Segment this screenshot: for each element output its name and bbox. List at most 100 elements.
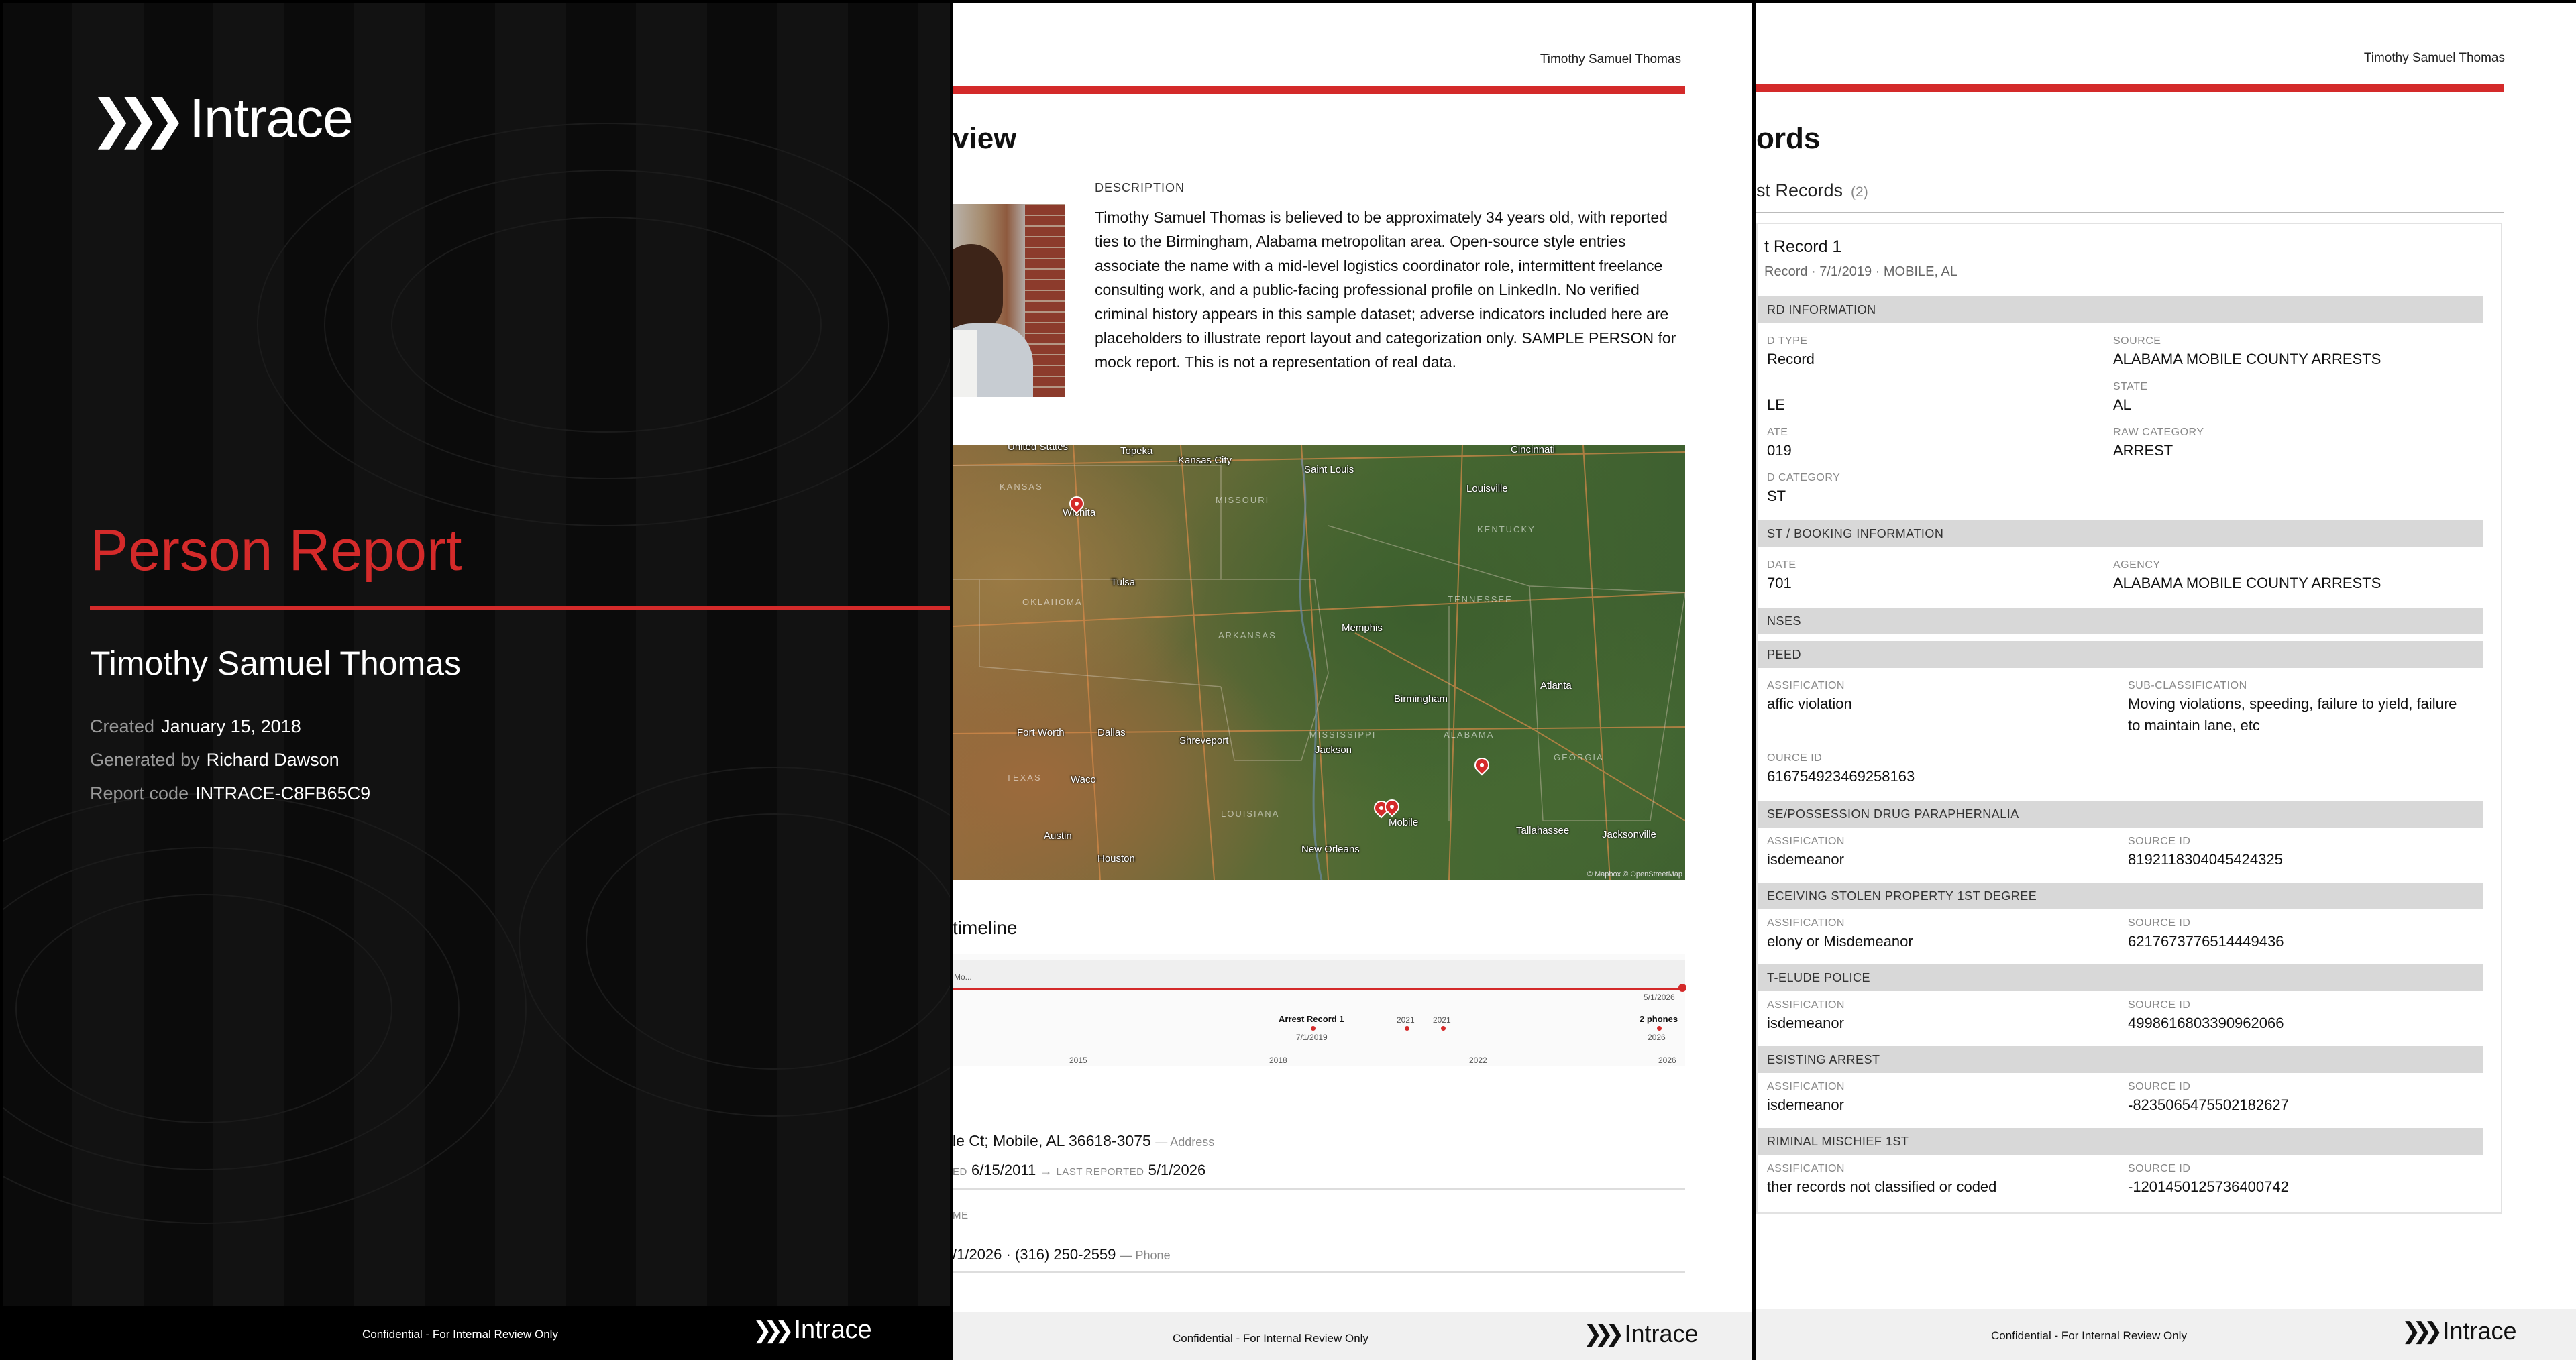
meta-label: Generated by: [90, 750, 200, 770]
raw-category-value: ARREST: [2113, 442, 2174, 459]
timeline-event-dot[interactable]: [1657, 1026, 1662, 1031]
timeline-band-label: Mo...: [954, 972, 972, 982]
state-label: STATE: [2113, 381, 2148, 392]
offense-bar: RIMINAL MISCHIEF 1ST: [1758, 1128, 2483, 1155]
map-label: Jackson: [1315, 744, 1352, 756]
map-label: OKLAHOMA: [1022, 597, 1083, 607]
address-dates: ED 6/15/2011 → LAST REPORTED 5/1/2026: [953, 1161, 1205, 1179]
offense-bar: T-ELUDE POLICE: [1758, 964, 2483, 991]
offense-classification-value: isdemeanor: [1767, 851, 1844, 868]
subsection-rule: [1756, 212, 2504, 213]
meta-value: Richard Dawson: [206, 750, 339, 770]
meta-value: INTRACE-C8FB65C9: [195, 783, 371, 803]
offense-subclassification-value: Moving violations, speeding, failure to …: [2128, 695, 2457, 734]
map-label: KENTUCKY: [1477, 524, 1536, 534]
confidential-notice: Confidential - For Internal Review Only: [1991, 1329, 2187, 1342]
offenses-bar: NSES: [1758, 608, 2483, 634]
record-title: t Record 1: [1764, 237, 1842, 256]
timeline-event-dot[interactable]: [1405, 1026, 1409, 1031]
offense-bar: SE/POSSESSION DRUG PARAPHERNALIA: [1758, 801, 2483, 828]
timeline-event-date: 2021: [1433, 1015, 1451, 1025]
timeline-end-dot[interactable]: [1678, 984, 1686, 992]
phone-text: /1/2026 · (316) 250-2559: [953, 1246, 1116, 1263]
records-page: Timothy Samuel Thomas ords st Records (2)…: [1756, 0, 2576, 1360]
map-attribution[interactable]: © Mapbox © OpenStreetMap: [1587, 870, 1682, 879]
offense-bar: PEED: [1758, 641, 2483, 668]
timeline-event-dot[interactable]: [1441, 1026, 1446, 1031]
record-information-bar: RD INFORMATION: [1758, 296, 2483, 323]
chevron-logo-icon: ❯❯❯: [753, 1317, 794, 1343]
offense-classification-value: elony or Misdemeanor: [1767, 933, 1913, 950]
chevron-logo-icon: ❯❯❯: [90, 89, 186, 148]
record-date-label: ATE: [1767, 427, 1788, 438]
offense-source-id-value: 4998616803390962066: [2128, 1015, 2284, 1031]
map-label: Fort Worth: [1017, 727, 1065, 738]
timeline-event-label: 2 phones: [1640, 1014, 1678, 1024]
map-label: Jacksonville: [1602, 829, 1656, 840]
map-label: Tallahassee: [1516, 825, 1570, 836]
timeline-band: [953, 960, 1685, 988]
records-section-title: ords: [1756, 122, 1821, 155]
activity-timeline[interactable]: Mo... 5/1/2026 Arrest Record 1 7/1/2019 …: [953, 954, 1686, 1066]
timeline-event-date: 2026: [1648, 1033, 1666, 1042]
timeline-event-date: 7/1/2019: [1296, 1033, 1328, 1042]
source-value: ALABAMA MOBILE COUNTY ARRESTS: [2113, 351, 2381, 367]
address-text: le Ct; Mobile, AL 36618-3075: [953, 1132, 1151, 1149]
map-label: Shreveport: [1179, 735, 1229, 746]
map-label: TEXAS: [1006, 773, 1042, 783]
offense-source-id-label: OURCE ID: [1767, 752, 1823, 764]
map-label: Houston: [1097, 853, 1135, 864]
subsection-label: st Records: [1756, 180, 1843, 201]
offense-classification-value: isdemeanor: [1767, 1096, 1844, 1113]
offense-classification-label: ASSIFICATION: [1767, 1081, 1845, 1092]
offense-bar: ECEIVING STOLEN PROPERTY 1ST DEGREE: [1758, 883, 2483, 909]
map-label: LOUISIANA: [1221, 809, 1280, 819]
report-title: Person Report: [90, 518, 462, 583]
page-footer: Confidential - For Internal Review Only …: [1756, 1309, 2576, 1360]
timeline-line: [953, 988, 1682, 990]
record-category-value: ST: [1767, 488, 1786, 504]
booking-date-label: DATE: [1767, 559, 1796, 571]
location-map[interactable]: United States Topeka Kansas City Saint L…: [953, 445, 1685, 880]
arrow-right-icon: →: [1040, 1164, 1053, 1178]
footer-logo: ❯❯❯ Intrace: [1583, 1320, 1699, 1348]
header-red-rule: [953, 86, 1685, 94]
last-reported-value: 5/1/2026: [1148, 1161, 1206, 1178]
offense-source-id-value: -8235065475502182627: [2128, 1096, 2289, 1113]
offense-classification-value: affic violation: [1767, 695, 1852, 712]
booking-information-bar: ST / BOOKING INFORMATION: [1758, 520, 2483, 547]
phone-type: — Phone: [1120, 1249, 1171, 1262]
map-label: Waco: [1071, 774, 1096, 785]
map-label: United States: [1008, 445, 1069, 453]
cover-logo-text: Intrace: [189, 88, 354, 149]
offense-source-id-label: SOURCE ID: [2128, 1163, 2191, 1174]
timeline-axis-tick: 2018: [1269, 1056, 1287, 1065]
timeline-axis-tick: 2026: [1658, 1056, 1676, 1065]
cover-footer: Confidential - For Internal Review Only …: [3, 1306, 950, 1357]
map-label: Memphis: [1342, 622, 1383, 634]
address-entry[interactable]: le Ct; Mobile, AL 36618-3075 — Address: [953, 1132, 1214, 1150]
booking-date-value: 701: [1767, 575, 1792, 591]
first-seen-label: ED: [953, 1166, 967, 1178]
phone-entry[interactable]: /1/2026 · (316) 250-2559 — Phone: [953, 1246, 1171, 1263]
meta-value: January 15, 2018: [161, 716, 301, 736]
map-label: ARKANSAS: [1218, 630, 1277, 640]
map-label: Mobile: [1389, 817, 1419, 828]
state-value: AL: [2113, 396, 2131, 413]
cover-red-rule: [90, 606, 950, 610]
meta-report-code: Report code INTRACE-C8FB65C9: [90, 783, 370, 804]
footer-logo: ❯❯❯ Intrace: [2402, 1317, 2517, 1345]
raw-category-label: RAW CATEGORY: [2113, 427, 2204, 438]
phone-section-label: ME: [953, 1210, 969, 1221]
record-date-value: 019: [1767, 442, 1792, 459]
map-label: ALABAMA: [1444, 730, 1495, 740]
map-label: MISSOURI: [1216, 495, 1270, 505]
timeline-event-dot[interactable]: [1311, 1026, 1316, 1031]
footer-logo: ❯❯❯ Intrace: [753, 1316, 872, 1345]
footer-logo-text: Intrace: [2443, 1317, 2517, 1345]
header-subject-name: Timothy Samuel Thomas: [1540, 52, 1681, 66]
timeline-event-label: Arrest Record 1: [1279, 1014, 1344, 1024]
offense-classification-label: ASSIFICATION: [1767, 680, 1845, 691]
first-seen-value: 6/15/2011: [971, 1161, 1036, 1178]
description-text: Timothy Samuel Thomas is believed to be …: [1095, 209, 1676, 371]
